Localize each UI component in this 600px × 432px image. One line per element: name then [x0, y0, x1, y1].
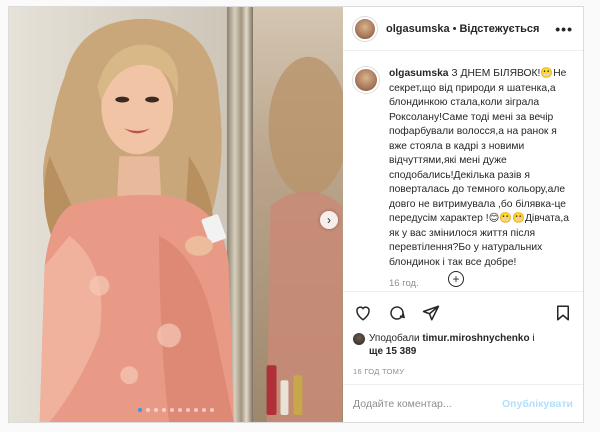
- post-header: olgasumska • Відстежується •••: [343, 7, 583, 51]
- author-avatar[interactable]: [353, 16, 377, 41]
- carousel-dot: [170, 408, 174, 412]
- post-timestamp[interactable]: 16 год тому: [353, 367, 573, 376]
- caption-line-2: Не секрет,що від природи я шатенка,а бло…: [389, 68, 567, 224]
- add-comment-bar: Опублікувати: [343, 384, 583, 422]
- liker-username[interactable]: timur.miroshnychenko: [422, 333, 529, 344]
- following-button[interactable]: Відстежується: [459, 23, 539, 35]
- likes-more-prefix[interactable]: ще: [369, 346, 386, 357]
- post-side-panel: olgasumska • Відстежується ••• olgasumsk…: [343, 7, 583, 422]
- post-actions: Уподобали timur.miroshnychenko і ще 15 3…: [343, 291, 583, 376]
- save-button[interactable]: [553, 303, 573, 323]
- woman-portrait: [39, 18, 343, 422]
- caption-line-1: З ДНЕМ БІЛЯВОК!: [448, 68, 541, 79]
- bookmark-icon: [557, 305, 569, 321]
- header-separator: •: [452, 22, 457, 35]
- heart-icon: [356, 306, 370, 321]
- likes-summary: Уподобали timur.miroshnychenko і ще 15 3…: [353, 332, 573, 358]
- carousel-dot: [186, 408, 190, 412]
- caption-avatar[interactable]: [353, 67, 379, 93]
- next-photo-button[interactable]: ›: [320, 211, 338, 229]
- post-caption: olgasumska З ДНЕМ БІЛЯВОК!😬Не секрет,що …: [353, 67, 573, 270]
- carousel-dot: [194, 408, 198, 412]
- caption-text: olgasumska З ДНЕМ БІЛЯВОК!😬Не секрет,що …: [389, 67, 573, 270]
- grin-emoji-icon: 😬: [540, 68, 554, 79]
- like-button[interactable]: [353, 303, 373, 323]
- comment-input[interactable]: [353, 397, 502, 410]
- comments-section: olgasumska З ДНЕМ БІЛЯВОК!😬Не секрет,що …: [343, 51, 583, 291]
- carousel-dot: [146, 408, 150, 412]
- comment-button[interactable]: [387, 303, 407, 323]
- carousel-dot: [202, 408, 206, 412]
- carousel-dot: [178, 408, 182, 412]
- share-icon: [422, 305, 440, 321]
- chevron-right-icon: ›: [327, 213, 331, 227]
- carousel-indicator: [9, 408, 343, 412]
- publish-button[interactable]: Опублікувати: [502, 398, 573, 410]
- carousel-dot: [210, 408, 214, 412]
- laugh-emoji-icons: 😊😬😬: [488, 213, 525, 224]
- instagram-post: › olgasumska • Відстежується ••• olgasum…: [8, 6, 584, 423]
- carousel-dot: [154, 408, 158, 412]
- carousel-dot: [138, 408, 142, 412]
- carousel-dot: [162, 408, 166, 412]
- likes-count[interactable]: 15 389: [386, 346, 417, 357]
- comment-icon: [390, 306, 405, 320]
- caption-time: 16 год.: [389, 278, 419, 289]
- post-photo[interactable]: ›: [9, 7, 343, 422]
- caption-username[interactable]: olgasumska: [389, 68, 449, 79]
- likes-prefix: Уподобали: [369, 333, 423, 344]
- share-button[interactable]: [421, 303, 441, 323]
- action-icons-row: [353, 298, 573, 328]
- liker-avatar[interactable]: [353, 333, 365, 345]
- likes-and: і: [529, 333, 535, 344]
- author-username[interactable]: olgasumska: [386, 23, 450, 35]
- plus-circle-icon: +: [452, 272, 460, 286]
- load-more-comments-button[interactable]: +: [448, 271, 464, 287]
- more-options-icon[interactable]: •••: [555, 21, 573, 37]
